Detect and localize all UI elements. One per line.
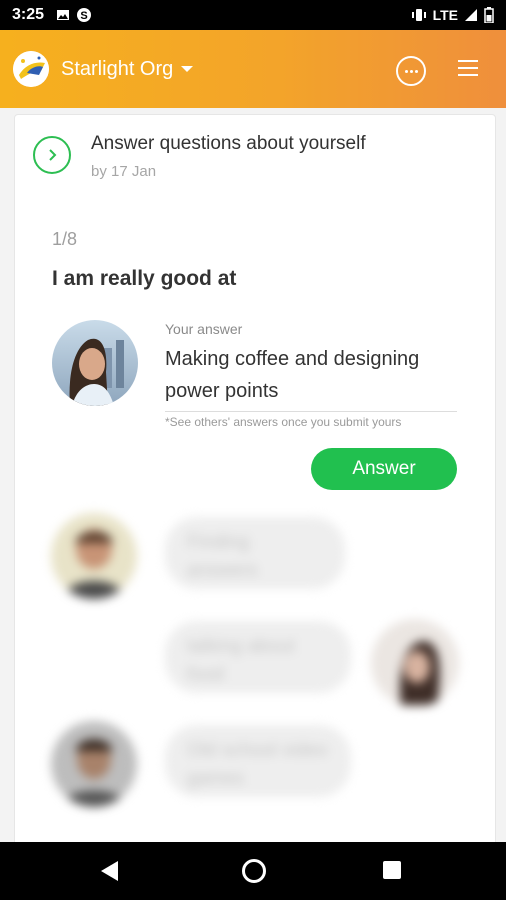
task-header[interactable]: Answer questions about yourself by 17 Ja… [33,133,366,180]
recent-apps-icon[interactable] [383,861,401,879]
skype-notification-icon: S [77,8,92,22]
hamburger-menu-icon[interactable] [458,60,478,76]
others-answer-bubble: Finding answers [165,517,345,589]
task-due-date: by 17 Jan [91,163,157,180]
org-logo[interactable] [13,51,49,87]
answer-label: Your answer [165,321,243,337]
system-nav-bar [0,842,506,900]
vibrate-icon [411,9,426,21]
answer-field[interactable]: Making coffee and designing power points [165,343,457,412]
chevron-down-icon[interactable] [181,66,194,72]
answer-area[interactable]: Your answer Making coffee and designing … [165,321,457,429]
image-notification-icon [57,10,70,20]
org-name[interactable]: Starlight Org [61,58,173,81]
others-answer-bubble: Old school video games [165,725,351,797]
answer-button[interactable]: Answer [311,448,457,490]
task-title: Answer questions about yourself [91,133,366,154]
chevron-right-icon[interactable] [33,136,71,174]
app-bar: Starlight Org [0,30,506,108]
answer-hint: *See others' answers once you submit you… [165,415,402,429]
status-time: 3:25 [12,6,45,23]
battery-icon [484,7,494,23]
question-card: Answer questions about yourself by 17 Ja… [14,114,496,856]
other-avatar [51,513,137,599]
question-counter: 1/8 [52,229,78,249]
network-type: LTE [432,7,458,23]
home-icon[interactable] [242,859,266,883]
starlight-logo-icon [13,51,49,87]
user-avatar [52,320,138,406]
signal-icon [465,9,477,21]
more-options-icon[interactable] [396,56,426,86]
other-avatar [51,721,137,807]
question-text: I am really good at [52,267,237,290]
back-icon[interactable] [101,861,118,881]
others-answer-bubble: talking about food [165,621,351,693]
status-bar: 3:25 S LTE [0,0,506,30]
svg-text:S: S [80,10,87,22]
other-avatar [371,619,459,707]
